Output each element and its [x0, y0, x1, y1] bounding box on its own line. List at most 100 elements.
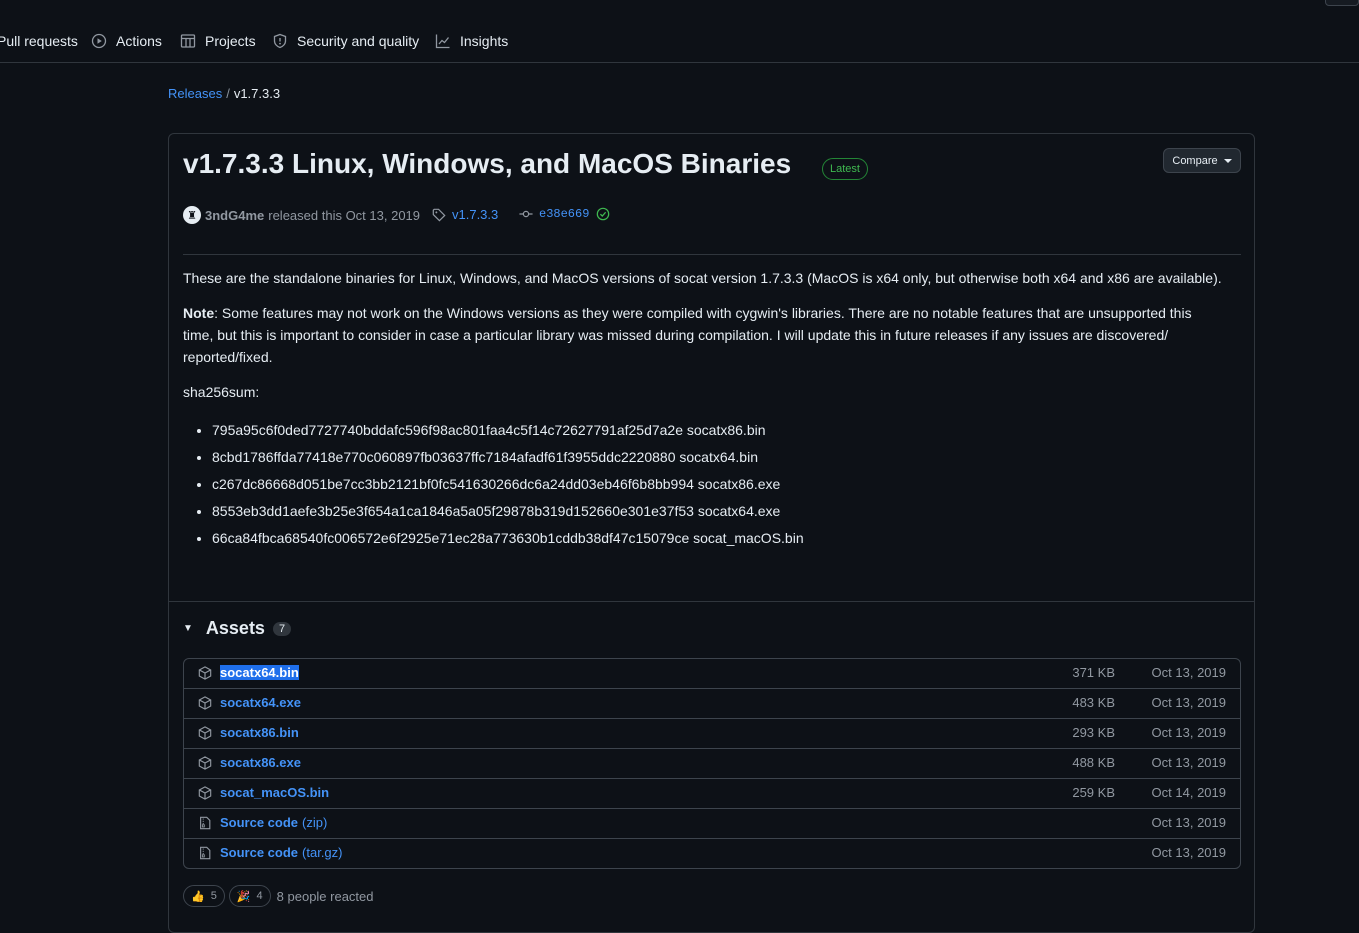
description-paragraph: These are the standalone binaries for Li…	[183, 270, 1222, 286]
asset-row: socatx86.bin 293 KB Oct 13, 2019	[184, 718, 1240, 748]
release-title[interactable]: v1.7.3.3 Linux, Windows, and MacOS Binar…	[183, 148, 791, 180]
commit-sha: e38e669	[539, 207, 590, 221]
asset-size: 483 KB	[1072, 695, 1115, 710]
source-code-targz-link[interactable]: Source code (tar.gz)	[220, 845, 343, 860]
source-code-zip-link[interactable]: Source code (zip)	[220, 815, 327, 830]
reactions-bar: 👍 5 🎉 4 8 people reacted	[183, 885, 374, 907]
asset-date: Oct 14, 2019	[1151, 785, 1226, 800]
breadcrumb-releases-link[interactable]: Releases	[168, 86, 222, 101]
check-circle-icon[interactable]	[596, 207, 610, 221]
repo-nav: Pull requests Actions Projects Security …	[0, 0, 1359, 63]
reactions-summary: 8 people reacted	[276, 888, 374, 904]
tab-pull-requests[interactable]: Pull requests	[0, 30, 78, 52]
note-text: : Some features may not work on the Wind…	[183, 305, 1192, 365]
nav-label: Projects	[205, 33, 256, 49]
author-link[interactable]: 3ndG4me	[205, 208, 264, 223]
list-item: 66ca84fbca68540fc006572e6f2925e71ec28a77…	[212, 527, 1223, 549]
reaction-count: 5	[210, 890, 217, 902]
note-paragraph: Note: Some features may not work on the …	[183, 302, 1223, 368]
asset-date: Oct 13, 2019	[1151, 725, 1226, 740]
release-meta: ♜ 3ndG4me released this Oct 13, 2019 v1.…	[183, 205, 610, 225]
asset-size: 259 KB	[1072, 785, 1115, 800]
nav-label: Pull requests	[0, 33, 78, 49]
assets-list: socatx64.bin 371 KB Oct 13, 2019 socatx6…	[183, 658, 1241, 869]
list-item: c267dc86668d051be7cc3bb2121bf0fc54163026…	[212, 473, 1223, 495]
latest-badge: Latest	[822, 158, 868, 180]
list-item: 795a95c6f0ded7727740bddafc596f98ac801faa…	[212, 419, 1223, 441]
commit-link[interactable]: e38e669	[519, 207, 616, 221]
tab-projects[interactable]: Projects	[180, 30, 256, 52]
asset-link-label: Source code	[220, 815, 299, 830]
package-icon	[198, 666, 212, 680]
release-notes: These are the standalone binaries for Li…	[183, 267, 1223, 554]
compare-label: Compare	[1172, 154, 1218, 167]
nav-label: Insights	[460, 33, 509, 49]
tag-icon	[432, 208, 446, 222]
graph-icon	[435, 34, 450, 49]
tab-insights[interactable]: Insights	[435, 30, 508, 52]
asset-size: 371 KB	[1072, 665, 1115, 680]
asset-date: Oct 13, 2019	[1151, 695, 1226, 710]
header-button[interactable]	[1325, 0, 1359, 6]
note-label: Note	[183, 305, 215, 321]
breadcrumb-current: v1.7.3.3	[233, 86, 281, 101]
breadcrumb-separator: /	[226, 86, 230, 101]
thumbs-up-reaction-button[interactable]: 👍 5	[183, 885, 225, 907]
shield-icon	[273, 33, 287, 49]
sha-label: sha256sum:	[183, 384, 260, 400]
play-icon	[91, 33, 107, 49]
asset-link-label: Source code	[220, 845, 299, 860]
file-zip-icon	[200, 846, 211, 860]
divider	[183, 254, 1241, 255]
triangle-down-icon: ▼	[183, 623, 193, 634]
tada-reaction-button[interactable]: 🎉 4	[228, 885, 271, 907]
asset-row: socatx86.exe 488 KB Oct 13, 2019	[184, 748, 1240, 778]
list-item: 8cbd1786ffda77418e770c060897fb03637ffc71…	[212, 446, 1223, 468]
asset-date: Oct 13, 2019	[1151, 665, 1226, 680]
released-text: released this Oct 13, 2019	[268, 207, 421, 223]
release-card: v1.7.3.3 Linux, Windows, and MacOS Binar…	[168, 133, 1255, 933]
thumbs-up-icon: 👍	[191, 890, 205, 903]
nav-label: Security and quality	[297, 33, 420, 49]
nav-label: Actions	[116, 33, 162, 49]
asset-date: Oct 13, 2019	[1151, 755, 1226, 770]
avatar[interactable]: ♜	[183, 206, 201, 224]
list-item: 8553eb3dd1aefe3b25e3f654a1ca1846a5a05f29…	[212, 500, 1223, 522]
compare-button[interactable]: Compare	[1163, 148, 1241, 173]
asset-link[interactable]: socatx64.exe	[220, 695, 301, 710]
chevron-down-icon	[1223, 158, 1232, 163]
asset-row: Source code (zip) Oct 13, 2019	[184, 808, 1240, 838]
tada-icon: 🎉	[236, 890, 251, 903]
asset-row: socatx64.exe 483 KB Oct 13, 2019	[184, 688, 1240, 718]
asset-date: Oct 13, 2019	[1151, 845, 1226, 860]
tag-label: v1.7.3.3	[452, 207, 499, 222]
asset-size: 293 KB	[1072, 725, 1115, 740]
file-zip-icon	[200, 816, 211, 830]
asset-size: 488 KB	[1072, 755, 1115, 770]
table-icon	[180, 34, 196, 48]
assets-toggle[interactable]: ▼ Assets 7	[183, 618, 292, 639]
tab-security[interactable]: Security and quality	[272, 30, 419, 52]
divider	[169, 601, 1254, 602]
package-icon	[198, 786, 212, 800]
package-icon	[198, 696, 212, 710]
asset-row: Source code (tar.gz) Oct 13, 2019	[184, 838, 1240, 868]
reaction-count: 4	[256, 890, 263, 902]
assets-count-badge: 7	[272, 621, 292, 636]
asset-link[interactable]: socatx86.bin	[220, 725, 299, 740]
asset-format: (tar.gz)	[302, 845, 343, 860]
asset-link[interactable]: socatx64.bin	[220, 665, 299, 680]
asset-link[interactable]: socatx86.exe	[220, 755, 301, 770]
asset-row: socat_macOS.bin 259 KB Oct 14, 2019	[184, 778, 1240, 808]
tab-actions[interactable]: Actions	[91, 30, 162, 52]
commit-icon	[519, 210, 533, 218]
tag-link[interactable]: v1.7.3.3	[432, 207, 498, 222]
breadcrumb: Releases / v1.7.3.3	[168, 86, 280, 101]
asset-row: socatx64.bin 371 KB Oct 13, 2019	[184, 659, 1240, 688]
package-icon	[198, 756, 212, 770]
asset-link[interactable]: socat_macOS.bin	[220, 785, 329, 800]
asset-date: Oct 13, 2019	[1151, 815, 1226, 830]
package-icon	[198, 726, 212, 740]
hash-list: 795a95c6f0ded7727740bddafc596f98ac801faa…	[183, 419, 1223, 549]
asset-format: (zip)	[302, 815, 328, 830]
